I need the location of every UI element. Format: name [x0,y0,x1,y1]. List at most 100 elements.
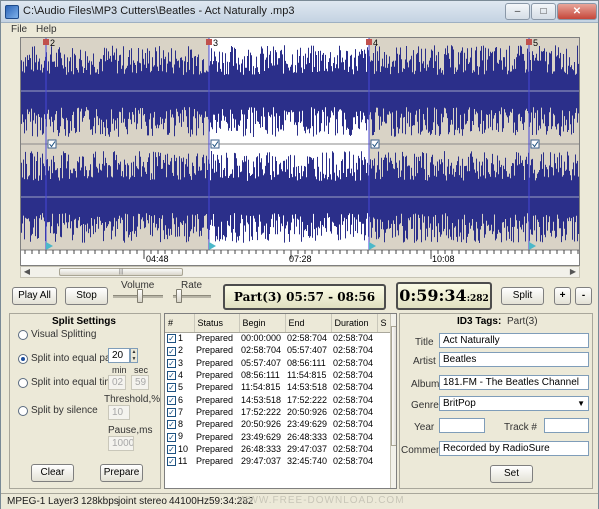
cell-status: Prepared [194,430,239,442]
year-input[interactable] [439,418,485,433]
table-scrollbar-thumb[interactable] [391,326,396,446]
table-row[interactable]: ✓ 5 Prepared 11:54:815 14:53:518 02:58:704 [165,381,390,393]
sec-label: sec [134,365,149,375]
ruler-label: 07:28 [289,254,312,264]
row-checkbox[interactable]: ✓ [167,432,176,442]
rate-slider-thumb[interactable] [176,289,183,303]
row-checkbox[interactable]: ✓ [167,346,176,356]
cell-text: 02:58:704 [333,345,374,356]
status-format: MPEG-1 [7,496,46,507]
genre-select[interactable]: BritPop ▼ [439,396,589,411]
cell-text: 26:48:333 [241,443,282,454]
scroll-right-arrow-icon[interactable]: ▶ [567,267,579,277]
waveform-view[interactable]: 2 3 4 5 04:48 07:28 10:08 [20,37,580,266]
row-checkbox[interactable]: ✓ [167,334,176,344]
waveform-scrollbar[interactable]: ◀ ||| ▶ [20,266,580,278]
album-input[interactable]: 181.FM - The Beatles Channel [439,375,589,390]
parts-spinner[interactable]: ▲ ▼ [130,348,138,363]
row-checkbox[interactable]: ✓ [167,407,176,417]
cell-text: 02:58:704 [333,443,374,454]
col-begin[interactable]: Begin [239,314,286,333]
visual-splitting-label: Visual Splitting [31,329,97,340]
menu-file[interactable]: File [11,24,27,35]
cell-s [377,393,390,405]
cell-status: Prepared [194,381,239,393]
cell-duration: 02:58:704 [331,443,377,455]
artist-input[interactable]: Beatles [439,352,589,367]
table-row[interactable]: ✓ 7 Prepared 17:52:222 20:50:926 02:58:704 [165,406,390,418]
row-checkbox[interactable]: ✓ [167,420,176,430]
table-row[interactable]: ✓ 8 Prepared 20:50:926 23:49:629 02:58:704 [165,418,390,430]
play-all-button[interactable]: Play All [12,287,57,305]
menu-help[interactable]: Help [36,24,57,35]
row-checkbox[interactable]: ✓ [167,395,176,405]
min-input[interactable]: 02 [108,375,126,390]
table-row[interactable]: ✓ 3 Prepared 05:57:407 08:56:111 02:58:704 [165,357,390,369]
add-marker-button[interactable]: + [554,287,571,305]
row-checkbox[interactable]: ✓ [167,444,176,454]
parts-table[interactable]: # Status Begin End Duration S ✓ 1 Prepared… [164,313,397,489]
radio-visual-splitting[interactable] [18,330,28,340]
title-input[interactable]: Act Naturally [439,333,589,348]
volume-slider-thumb[interactable] [137,289,144,303]
cell-s [377,455,390,467]
col-end[interactable]: End [285,314,332,333]
row-checkbox[interactable]: ✓ [167,358,176,368]
cell-text: Prepared [196,456,234,467]
table-row[interactable]: ✓ 6 Prepared 14:53:518 17:52:222 02:58:704 [165,393,390,405]
threshold-label: Threshold,% [104,394,161,405]
parts-count-input[interactable]: 20 [108,348,130,363]
table-row[interactable]: ✓ 1 Prepared 00:00:000 02:58:704 02:58:704 [165,332,390,344]
table-row[interactable]: ✓ 10 Prepared 26:48:333 29:47:037 02:58:704 [165,443,390,455]
comment-input[interactable]: Recorded by RadioSure [439,441,589,456]
table-row[interactable]: ✓ 9 Prepared 23:49:629 26:48:333 02:58:704 [165,430,390,442]
maximize-button[interactable]: □ [531,3,556,20]
pause-input[interactable]: 1000 [108,436,134,451]
cell-n: ✓ 7 [165,406,194,418]
row-checkbox[interactable]: ✓ [167,457,176,467]
marker-delete-icon [366,39,372,45]
scrollbar-thumb[interactable]: ||| [59,268,183,276]
album-label: Album [411,379,440,390]
close-button[interactable]: ✕ [557,3,597,20]
radio-split-by-silence[interactable] [18,406,28,416]
table-header-row: # Status Begin End Duration S [165,314,391,333]
cell-text: Prepared [196,406,234,417]
radio-equal-time[interactable] [18,378,28,388]
prepare-button[interactable]: Prepare [100,464,143,482]
cell-n: ✓ 9 [165,430,194,442]
cell-text: 02:58:704 [333,406,374,417]
status-bitrate: 128kbps [81,496,119,507]
remove-marker-button[interactable]: - [575,287,592,305]
table-row[interactable]: ✓ 2 Prepared 02:58:704 05:57:407 02:58:704 [165,344,390,356]
col-status[interactable]: Status [194,314,240,333]
cell-n: ✓ 8 [165,418,194,430]
cell-begin: 08:56:111 [239,369,285,381]
app-window: C:\Audio Files\MP3 Cutters\Beatles - Act… [0,0,599,509]
waveform-canvas[interactable]: 2 3 4 5 04:48 07:28 10:08 [21,38,580,266]
cell-n: ✓ 1 [165,332,194,344]
track-input[interactable] [544,418,589,433]
set-button[interactable]: Set [490,465,533,483]
row-checkbox[interactable]: ✓ [167,383,176,393]
col-s[interactable]: S [377,314,391,333]
table-row[interactable]: ✓ 11 Prepared 29:47:037 32:45:740 02:58:704 [165,455,390,467]
row-checkbox[interactable]: ✓ [167,371,176,381]
cell-end: 11:54:815 [285,369,331,381]
stop-button[interactable]: Stop [65,287,108,305]
cell-text: Prepared [196,394,234,405]
scroll-left-arrow-icon[interactable]: ◀ [21,267,33,277]
cell-text: 23:49:629 [287,419,328,430]
threshold-input[interactable]: 10 [108,405,130,420]
table-row[interactable]: ✓ 4 Prepared 08:56:111 11:54:815 02:58:704 [165,369,390,381]
col-number[interactable]: # [165,314,195,333]
clear-button[interactable]: Clear [31,464,74,482]
table-scrollbar[interactable] [390,314,396,488]
minimize-button[interactable]: – [505,3,530,20]
col-duration[interactable]: Duration [331,314,378,333]
cell-text: Prepared [196,431,234,442]
sec-input[interactable]: 59 [131,375,149,390]
split-button[interactable]: Split [501,287,544,305]
radio-equal-parts[interactable] [18,354,28,364]
table-body: ✓ 1 Prepared 00:00:000 02:58:704 02:58:704 ✓ 2 P… [165,332,390,467]
